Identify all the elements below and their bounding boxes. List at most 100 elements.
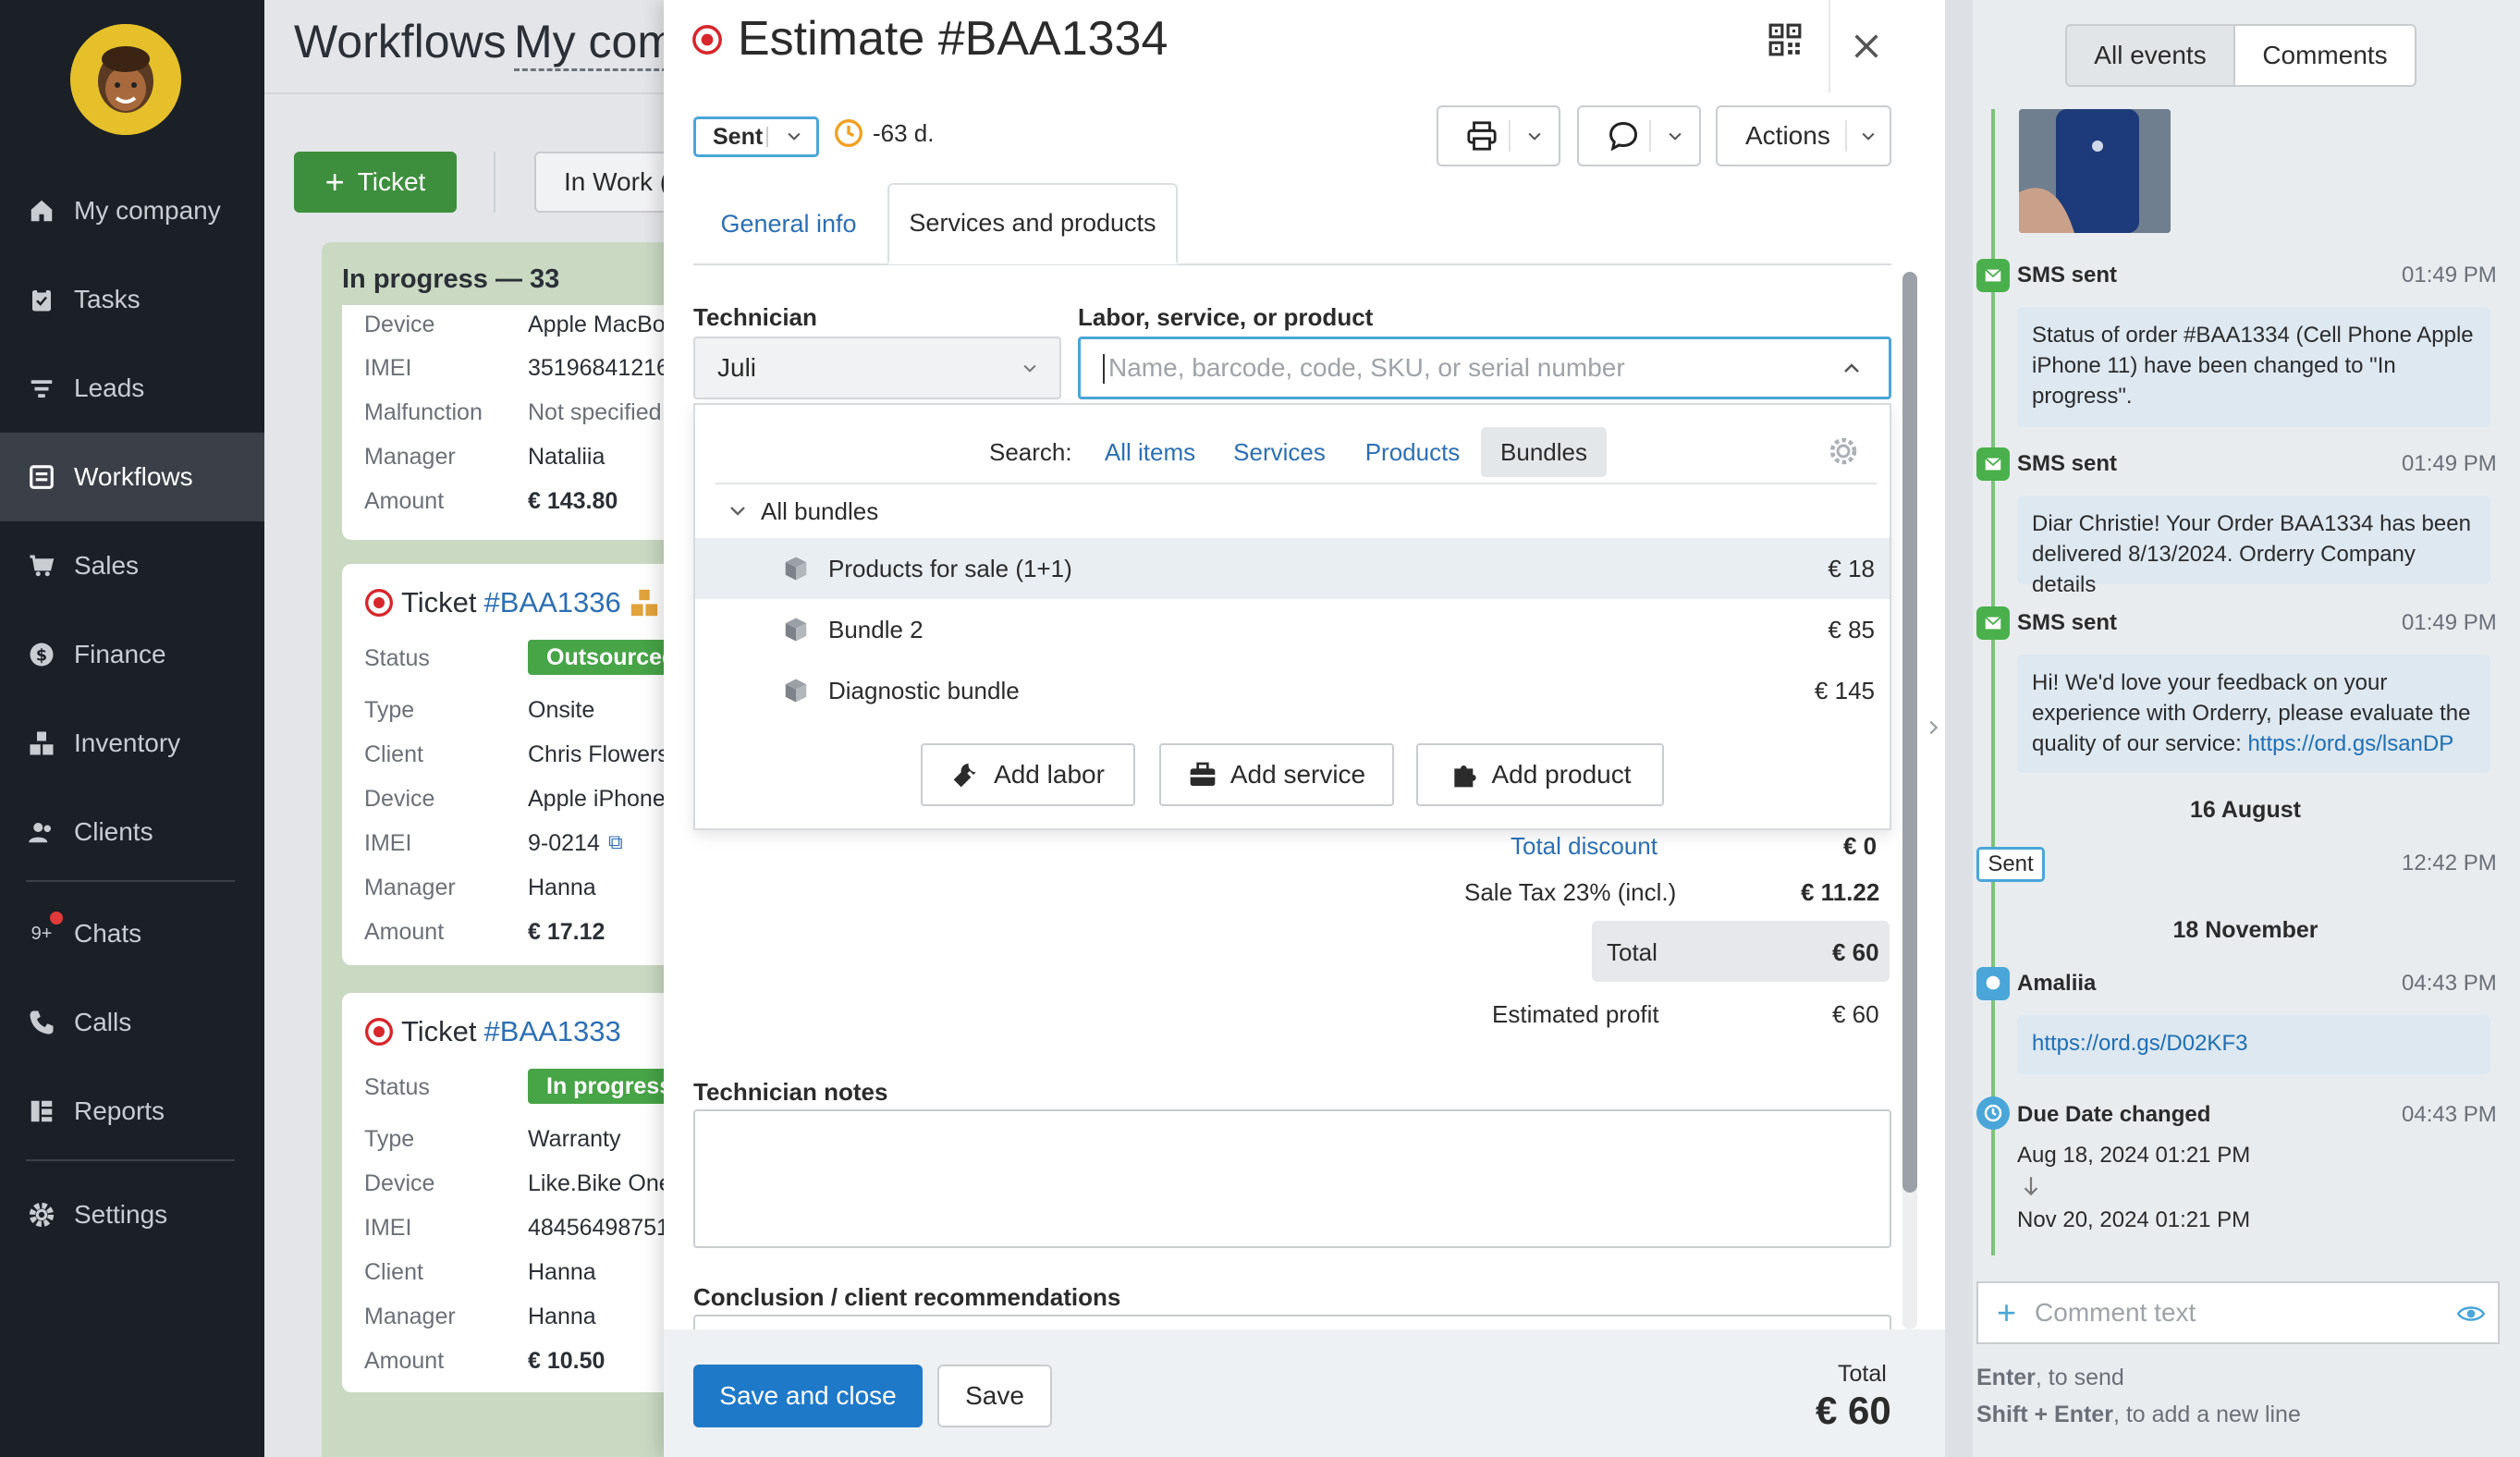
card-key: Client — [364, 741, 423, 767]
comment-icon — [1976, 967, 2010, 1000]
chevron-down-icon[interactable] — [1845, 120, 1890, 152]
comment-link[interactable]: https://ord.gs/D02KF3 — [2032, 1031, 2247, 1056]
dollar-icon: $ — [26, 639, 57, 670]
search-tab-bundles[interactable]: Bundles — [1481, 427, 1607, 477]
add-ticket-button[interactable]: + Ticket — [294, 152, 457, 213]
nav-chats[interactable]: 9+ Chats — [0, 889, 264, 978]
card-key: Type — [364, 697, 415, 723]
event-time: 04:43 PM — [2402, 1102, 2497, 1127]
chevron-up-icon[interactable] — [1841, 358, 1863, 380]
chevron-right-icon[interactable] — [1923, 717, 1943, 738]
reports-icon — [26, 1096, 57, 1127]
search-label: Labor, service, or product — [1078, 303, 1374, 331]
search-tab-all-items[interactable]: All items — [1095, 427, 1205, 477]
bundle-row[interactable]: Bundle 2 € 85 — [695, 599, 1890, 660]
card-key: Amount — [364, 919, 445, 945]
nav-leads[interactable]: Leads — [0, 344, 264, 433]
message-button[interactable] — [1577, 105, 1701, 166]
ticket-link[interactable]: #BAA1333 — [484, 1015, 621, 1048]
printer-icon — [1467, 121, 1497, 151]
target-icon — [365, 1018, 393, 1046]
tab-services-and-products[interactable]: Services and products — [887, 183, 1178, 264]
chevron-down-icon[interactable] — [1509, 120, 1559, 152]
bundle-name: Diagnostic bundle — [828, 676, 1020, 704]
speech-bubble-icon — [1609, 121, 1638, 152]
card-key: Device — [364, 786, 435, 812]
card-key: IMEI — [364, 830, 412, 856]
users-icon — [26, 816, 57, 848]
gear-icon[interactable] — [1827, 435, 1860, 468]
nav-clients[interactable]: Clients — [0, 788, 264, 876]
chevron-down-icon[interactable] — [1649, 120, 1699, 152]
in-work-filter[interactable]: In Work ( — [534, 152, 673, 213]
qr-code-icon[interactable] — [1768, 22, 1803, 57]
add-service-label: Add service — [1229, 760, 1366, 789]
ticket-link[interactable]: #BAA1336 — [484, 586, 621, 619]
tab-general-info[interactable]: General info — [693, 183, 884, 264]
nav-reports[interactable]: Reports — [0, 1067, 264, 1156]
card-value: Apple MacBo — [528, 312, 666, 337]
nav-calls[interactable]: Calls — [0, 978, 264, 1067]
clock-icon — [835, 119, 862, 147]
nav-label: Reports — [74, 1096, 165, 1125]
nav-settings[interactable]: Settings — [0, 1170, 264, 1259]
status-select[interactable]: Sent — [693, 116, 819, 157]
card-key: Client — [364, 1259, 423, 1285]
search-tab-products[interactable]: Products — [1359, 427, 1466, 477]
add-service-button[interactable]: Add service — [1159, 743, 1394, 806]
chevron-down-icon[interactable] — [727, 499, 749, 521]
card-value: Chris Flowers — [528, 741, 669, 767]
company-selector[interactable]: My com — [514, 15, 676, 71]
bundle-price: € 85 — [1828, 615, 1875, 643]
nav-inventory[interactable]: Inventory — [0, 699, 264, 788]
search-tab-services[interactable]: Services — [1228, 427, 1331, 477]
column-title: In progress — 33 — [342, 264, 560, 294]
user-avatar[interactable] — [70, 24, 181, 135]
nav-tasks[interactable]: Tasks — [0, 255, 264, 344]
actions-label: Actions — [1745, 121, 1830, 150]
nav-my-company[interactable]: My company — [0, 166, 264, 255]
notification-dot — [50, 912, 63, 924]
card-value: Hanna — [528, 1304, 596, 1329]
attached-photo[interactable] — [2019, 109, 2171, 233]
card-key: Device — [364, 312, 435, 337]
scrollbar-thumb[interactable] — [1902, 272, 1917, 1193]
card-key: Manager — [364, 875, 456, 900]
add-labor-button[interactable]: Add labor — [921, 743, 1135, 806]
nav-workflows[interactable]: Workflows — [0, 433, 264, 521]
nav-divider — [26, 880, 235, 882]
tab-comments[interactable]: Comments — [2233, 24, 2416, 87]
feedback-link[interactable]: https://ord.gs/lsanDP — [2247, 731, 2453, 756]
bundle-row[interactable]: Products for sale (1+1) € 18 — [695, 538, 1890, 599]
technician-value: Juli — [717, 353, 757, 382]
panel-collapse-handle[interactable] — [1945, 0, 1973, 1457]
nav-finance[interactable]: $ Finance — [0, 610, 264, 699]
bundle-row[interactable]: Diagnostic bundle € 145 — [695, 660, 1890, 721]
wrench-icon — [953, 763, 976, 788]
event-message: Hi! We'd love your feedback on your expe… — [2017, 655, 2490, 773]
technician-notes-textarea[interactable] — [693, 1109, 1891, 1248]
card-value: Warranty — [528, 1126, 621, 1152]
plus-icon[interactable]: + — [1997, 1296, 2016, 1329]
save-and-close-button[interactable]: Save and close — [693, 1365, 923, 1427]
comment-input[interactable]: + Comment text — [1976, 1281, 2500, 1344]
card-value: € 143.80 — [528, 488, 618, 514]
sms-icon — [1976, 259, 2010, 292]
clipboard-icon — [26, 284, 57, 315]
nav-sales[interactable]: Sales — [0, 521, 264, 610]
eye-icon[interactable] — [2455, 1300, 2487, 1328]
close-button[interactable] — [1829, 0, 1902, 92]
print-button[interactable] — [1437, 105, 1560, 166]
event-message: Diar Christie! Your Order BAA1334 has be… — [2017, 496, 2490, 597]
technician-select[interactable]: Juli — [693, 337, 1061, 399]
briefcase-icon — [1190, 762, 1216, 786]
save-button[interactable]: Save — [937, 1365, 1052, 1427]
add-product-button[interactable]: Add product — [1416, 743, 1664, 806]
total-discount-link[interactable]: Total discount — [1511, 832, 1658, 861]
days-indicator: -63 d. — [834, 118, 935, 148]
search-input[interactable]: Name, barcode, code, SKU, or serial numb… — [1078, 337, 1891, 399]
actions-button[interactable]: Actions — [1716, 105, 1891, 166]
tab-all-events[interactable]: All events — [2065, 24, 2235, 87]
copy-icon[interactable]: ⧉ — [608, 830, 623, 854]
profit-label: Estimated profit — [1492, 1000, 1659, 1028]
